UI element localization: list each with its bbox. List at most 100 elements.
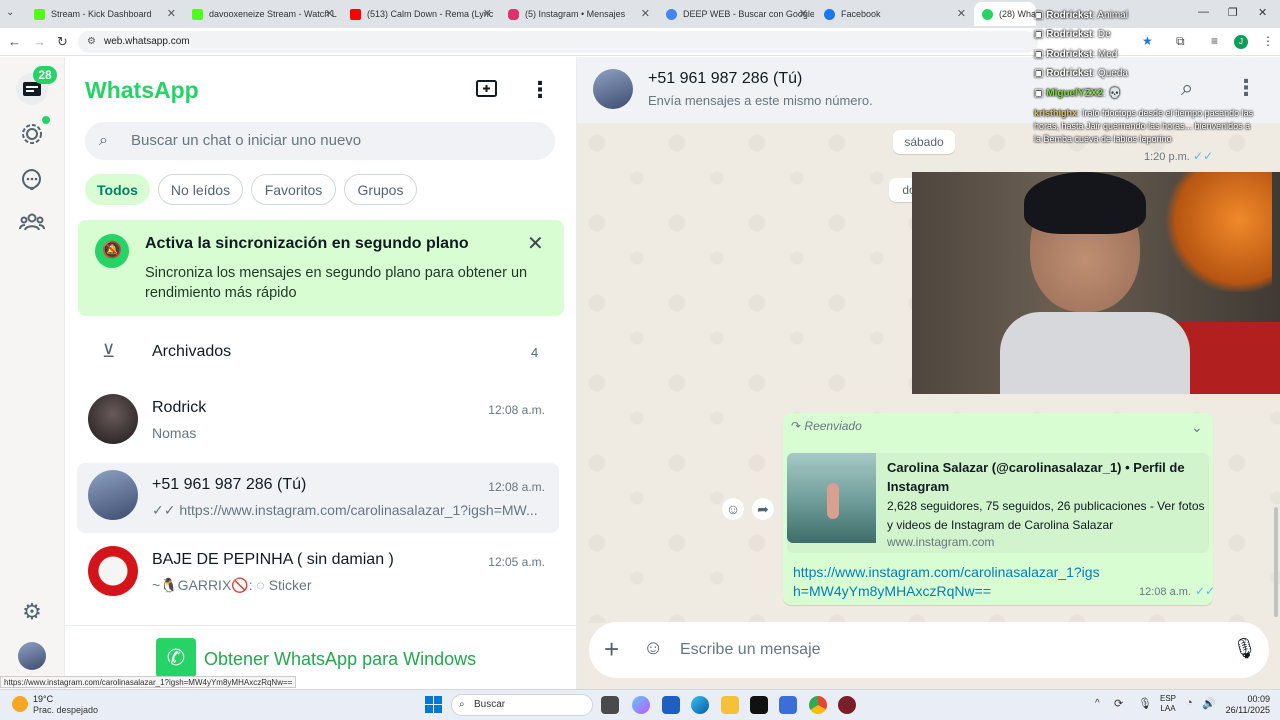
site-info-icon[interactable]: ⚙ xyxy=(87,31,96,53)
app-icon[interactable] xyxy=(779,696,797,714)
archived-row[interactable]: ⊻ Archivados 4 xyxy=(77,327,559,377)
chat-name: Rodrick xyxy=(152,399,207,416)
react-emoji-button[interactable]: ☺ xyxy=(722,498,744,520)
settings-button[interactable]: ⚙ xyxy=(16,596,48,628)
new-chat-button[interactable] xyxy=(476,79,498,104)
message-time: 12:08 a.m. xyxy=(1139,586,1191,598)
menu-button[interactable]: ⋮ xyxy=(529,77,551,103)
tray-mic-icon[interactable]: 🎙 xyxy=(1138,697,1152,710)
close-tab-icon[interactable]: ✕ xyxy=(483,7,492,20)
store-icon[interactable] xyxy=(662,696,680,714)
tab-search-button[interactable]: ⌄ xyxy=(6,7,14,18)
address-bar[interactable]: ⚙ web.whatsapp.com xyxy=(78,31,1038,53)
weather-icon[interactable] xyxy=(12,696,28,712)
sync-banner-title: Activa la sincronización en segundo plan… xyxy=(145,235,469,252)
copilot-icon[interactable] xyxy=(632,696,650,714)
channels-button[interactable] xyxy=(16,163,48,195)
close-banner-button[interactable]: ✕ xyxy=(527,231,544,256)
tray-chevron-icon[interactable]: ^ xyxy=(1095,698,1100,709)
emoji-sticker-button[interactable]: ☺ xyxy=(643,637,663,660)
weather-temp: 19°C xyxy=(33,694,54,704)
chat-name: +51 961 987 286 (Tú) xyxy=(152,476,307,493)
chat-row-rodrick[interactable]: Rodrick 12:08 a.m. Nomas xyxy=(77,391,559,461)
windows-logo-icon xyxy=(425,696,442,713)
wifi-icon[interactable]: ◔ xyxy=(1186,697,1193,709)
microphone-button[interactable]: 🎙 xyxy=(1232,636,1257,661)
filter-all[interactable]: Todos xyxy=(85,174,150,205)
message-input[interactable]: Escribe un mensaje xyxy=(680,632,1200,668)
message-menu-chevron-icon[interactable]: ⌄ xyxy=(1191,419,1203,436)
link-preview-description: 2,628 seguidores, 75 seguidos, 26 public… xyxy=(887,499,1205,532)
close-tab-icon[interactable]: ✕ xyxy=(325,7,334,20)
communities-icon xyxy=(19,213,45,231)
tab-label: Facebook xyxy=(841,9,881,19)
tab-google[interactable]: DEEP WEB - Buscar con Google ✕ xyxy=(658,2,814,26)
webcam-lamp xyxy=(1162,172,1272,292)
tab-facebook[interactable]: Facebook ✕ xyxy=(816,2,972,26)
forward-icon[interactable]: → xyxy=(33,34,46,49)
link-preview-card[interactable]: Carolina Salazar (@carolinasalazar_1) • … xyxy=(787,453,1209,553)
back-icon[interactable]: ← xyxy=(8,34,21,49)
tab-label: (5) Instagram • Mensajes xyxy=(525,9,626,19)
status-new-dot xyxy=(42,116,50,124)
stream-chat-message: ▣ Rodrickst: De xyxy=(1034,29,1111,40)
archived-count: 4 xyxy=(531,345,539,360)
close-tab-icon[interactable]: ✕ xyxy=(957,7,966,20)
close-tab-icon[interactable]: ✕ xyxy=(799,7,808,20)
app-icon-2[interactable] xyxy=(838,696,856,714)
search-input[interactable]: ⌕ Buscar un chat o iniciar uno nuevo xyxy=(85,122,555,160)
chat-preview: ~🐧GARRIX🚫: ◌ Sticker xyxy=(152,577,312,593)
forward-message-button[interactable]: ➦ xyxy=(752,498,774,520)
close-tab-icon[interactable]: ✕ xyxy=(641,7,650,20)
language-layout: LAA xyxy=(1160,704,1176,713)
tab-kick-stream[interactable]: davooxeneize Stream - Watch L ✕ xyxy=(184,2,340,26)
chrome-icon[interactable] xyxy=(809,696,827,714)
reload-icon[interactable]: ↻ xyxy=(57,34,68,50)
archive-icon: ⊻ xyxy=(102,341,116,361)
tab-instagram[interactable]: (5) Instagram • Mensajes ✕ xyxy=(500,2,656,26)
edge-icon[interactable] xyxy=(691,696,709,714)
tray-sync-icon[interactable]: ⟳ xyxy=(1114,697,1123,710)
contact-name: +51 961 987 286 (Tú) xyxy=(648,70,803,87)
stream-chat-message: ▣ Rodrickst: Animal xyxy=(1034,10,1128,21)
date-divider: sábado xyxy=(893,130,955,154)
profile-photo[interactable] xyxy=(18,642,46,670)
start-button[interactable] xyxy=(425,696,442,713)
close-tab-icon[interactable]: ✕ xyxy=(167,7,176,20)
taskbar-search[interactable]: ⌕ Buscar xyxy=(451,694,593,716)
message-link[interactable]: https://www.instagram.com/carolinasalaza… xyxy=(793,563,1103,601)
chat-scrollbar[interactable] xyxy=(1274,507,1278,617)
file-explorer-icon[interactable] xyxy=(721,696,739,714)
tab-kick-dashboard[interactable]: Stream - Kick Dashboard ✕ xyxy=(26,2,182,26)
forward-icon: ↷ xyxy=(791,419,802,433)
thumbnail-figure xyxy=(827,483,839,519)
filter-unread[interactable]: No leídos xyxy=(158,174,243,205)
message-bubble[interactable]: ↷ Reenviado ⌄ Carolina Salazar (@carolin… xyxy=(783,413,1216,605)
previous-message-time: 1:20 p.m. xyxy=(1144,151,1190,163)
language-indicator[interactable]: ESP LAA xyxy=(1160,694,1176,714)
contact-avatar xyxy=(593,69,633,109)
weather-desc: Prac. despejado xyxy=(33,705,99,715)
tab-whatsapp[interactable]: (28) WhatsApp xyxy=(974,2,1036,26)
stream-chat-message: kristhighx: Iralo fdoctops desde el tiem… xyxy=(1034,108,1254,144)
tab-label: davooxeneize Stream - Watch L xyxy=(209,9,337,19)
chat-row-group[interactable]: BAJE DE PEPINHA ( sin damian ) 12:05 a.m… xyxy=(77,543,559,613)
filter-groups[interactable]: Grupos xyxy=(344,174,417,205)
filter-favorites[interactable]: Favoritos xyxy=(251,174,336,205)
chat-time: 12:08 a.m. xyxy=(488,480,545,494)
forwarded-label: ↷ Reenviado xyxy=(791,419,862,433)
chat-time: 12:08 a.m. xyxy=(488,403,545,417)
tab-youtube[interactable]: (513) Calm Down - Rema (Lyric ✕ xyxy=(342,2,498,26)
tiktok-icon[interactable] xyxy=(750,696,768,714)
task-view-icon[interactable] xyxy=(601,696,619,714)
clock[interactable]: 00:09 26/11/2025 xyxy=(1214,694,1270,716)
read-receipt-icon: ✓✓ xyxy=(1195,584,1216,598)
message-input-placeholder: Escribe un mensaje xyxy=(680,641,821,658)
communities-button[interactable] xyxy=(16,206,48,238)
chat-row-self[interactable]: +51 961 987 286 (Tú) 12:08 a.m. ✓✓ https… xyxy=(77,463,559,533)
google-icon xyxy=(666,8,677,20)
clock-time: 00:09 xyxy=(1247,694,1270,704)
search-icon: ⌕ xyxy=(99,132,108,149)
kick-icon xyxy=(34,8,45,20)
attach-button[interactable]: + xyxy=(604,634,619,664)
